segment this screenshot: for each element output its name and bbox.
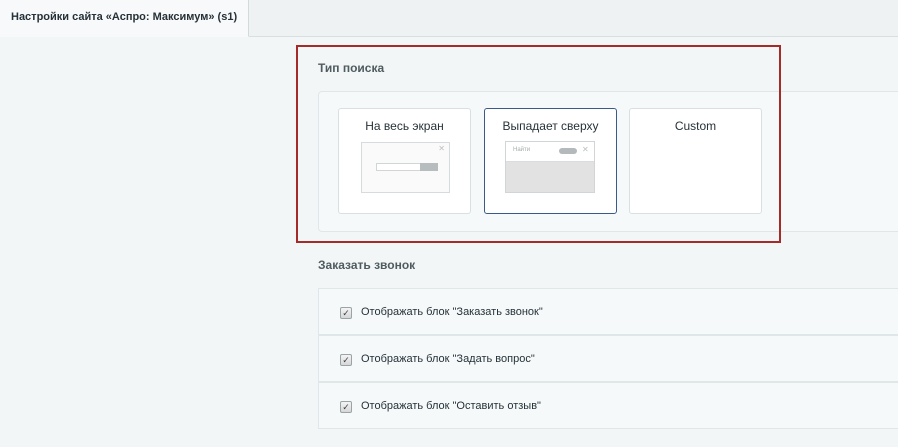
option-row[interactable]: ✓ Отображать блок "Задать вопрос" — [318, 335, 898, 382]
dropdown-preview: Найти ✕ — [505, 141, 595, 193]
search-option-fullscreen[interactable]: На весь экран ✕ — [338, 108, 471, 214]
option-label: Отображать блок "Оставить отзыв" — [361, 400, 541, 412]
checkbox[interactable]: ✓ — [340, 354, 352, 366]
close-icon: ✕ — [582, 145, 589, 154]
search-placeholder-preview: Найти — [513, 147, 531, 153]
search-button-preview — [559, 148, 577, 154]
fullscreen-preview: ✕ — [361, 142, 450, 193]
option-label: Отображать блок "Заказать звонок" — [361, 306, 543, 318]
option-label: Отображать блок "Задать вопрос" — [361, 353, 535, 365]
search-option-dropdown[interactable]: Выпадает сверху Найти ✕ — [484, 108, 617, 214]
settings-tab[interactable]: Настройки сайта «Аспро: Максимум» (s1) — [0, 0, 249, 37]
search-bar-preview — [376, 163, 438, 171]
search-option-label: На весь экран — [365, 119, 444, 133]
checkbox[interactable]: ✓ — [340, 401, 352, 413]
search-option-custom[interactable]: Custom — [629, 108, 762, 214]
search-option-label: Выпадает сверху — [502, 119, 599, 133]
option-row[interactable]: ✓ Отображать блок "Заказать звонок" — [318, 288, 898, 335]
close-icon: ✕ — [438, 144, 445, 153]
checkbox[interactable]: ✓ — [340, 307, 352, 319]
option-row[interactable]: ✓ Отображать блок "Оставить отзыв" — [318, 382, 898, 429]
callback-title: Заказать звонок — [318, 258, 416, 272]
search-type-title: Тип поиска — [318, 61, 385, 75]
top-tab-bar: Настройки сайта «Аспро: Максимум» (s1) — [0, 0, 898, 37]
search-option-label: Custom — [674, 119, 717, 133]
